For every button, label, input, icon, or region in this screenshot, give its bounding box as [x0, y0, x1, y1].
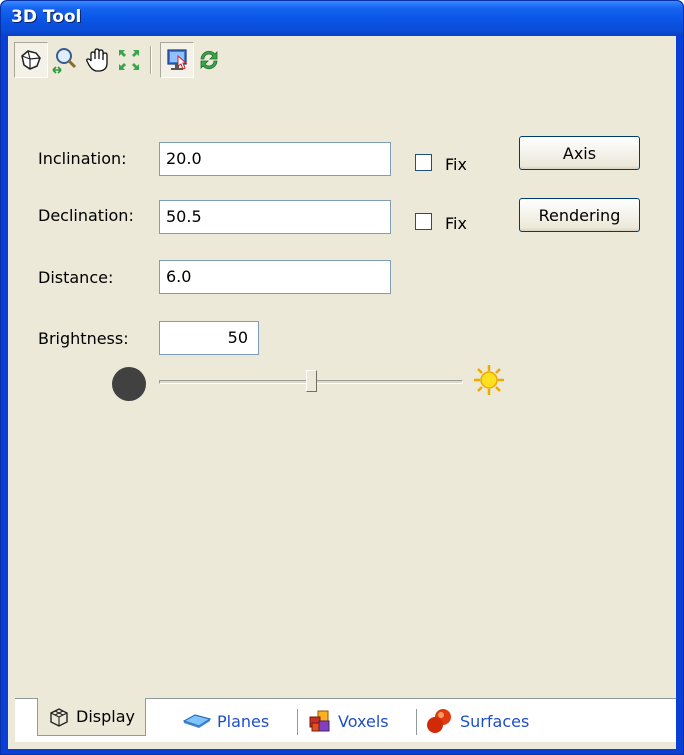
brightness-field[interactable]: 50	[159, 321, 259, 355]
rotate-view-icon	[21, 50, 41, 70]
rotate-view-button[interactable]	[14, 42, 48, 78]
tab-surfaces-label: Surfaces	[460, 711, 530, 731]
title-bar[interactable]: 3D Tool	[1, 1, 683, 36]
fit-view-button[interactable]	[112, 42, 146, 78]
inclination-fix-checkbox[interactable]	[415, 154, 432, 171]
brightness-label: Brightness:	[38, 329, 129, 348]
tool-window: 3D Tool Inclination: 20.0 Fix Axis Decli…	[0, 0, 684, 755]
declination-fix-label: Fix	[445, 214, 467, 233]
axis-button[interactable]: Axis	[519, 136, 640, 170]
tab-strip: Display Planes Voxels Surfaces	[15, 698, 676, 742]
tab-planes[interactable]: Planes	[183, 706, 269, 736]
fit-view-icon	[119, 50, 139, 70]
inclination-label: Inclination:	[38, 149, 127, 168]
tab-surfaces[interactable]: Surfaces	[426, 706, 529, 736]
tab-separator	[416, 709, 417, 735]
screen-capture-icon	[167, 49, 188, 70]
declination-label: Declination:	[38, 206, 134, 225]
tab-voxels[interactable]: Voxels	[308, 706, 389, 736]
zoom-button[interactable]	[48, 42, 82, 78]
inclination-field[interactable]: 20.0	[159, 142, 391, 176]
voxels-icon	[308, 709, 332, 733]
distance-label: Distance:	[38, 268, 114, 287]
declination-field[interactable]: 50.5	[159, 200, 391, 234]
window-title: 3D Tool	[11, 7, 82, 27]
refresh-button[interactable]	[192, 42, 226, 78]
tab-display[interactable]: Display	[37, 698, 146, 736]
client-area: Inclination: 20.0 Fix Axis Declination: …	[8, 36, 676, 749]
tab-voxels-label: Voxels	[338, 711, 389, 731]
screen-capture-button[interactable]	[160, 42, 194, 78]
plane-icon	[183, 712, 211, 730]
declination-fix-checkbox[interactable]	[415, 213, 432, 230]
dim-brightness-icon	[112, 367, 146, 401]
inclination-fix-label: Fix	[445, 155, 467, 174]
surface-blob-icon	[426, 708, 454, 734]
distance-field[interactable]: 6.0	[159, 260, 391, 294]
tab-planes-label: Planes	[217, 711, 270, 731]
bright-sun-icon	[474, 365, 504, 395]
refresh-icon	[200, 50, 218, 70]
brightness-slider-thumb[interactable]	[305, 370, 317, 392]
toolbar-separator	[150, 46, 152, 74]
pan-hand-icon	[86, 48, 108, 72]
rendering-button[interactable]: Rendering	[519, 198, 640, 232]
tab-display-label: Display	[76, 707, 135, 726]
tab-separator	[297, 709, 298, 735]
cube-wireframe-icon	[48, 706, 70, 728]
zoom-icon	[52, 48, 77, 74]
pan-button[interactable]	[80, 42, 114, 78]
